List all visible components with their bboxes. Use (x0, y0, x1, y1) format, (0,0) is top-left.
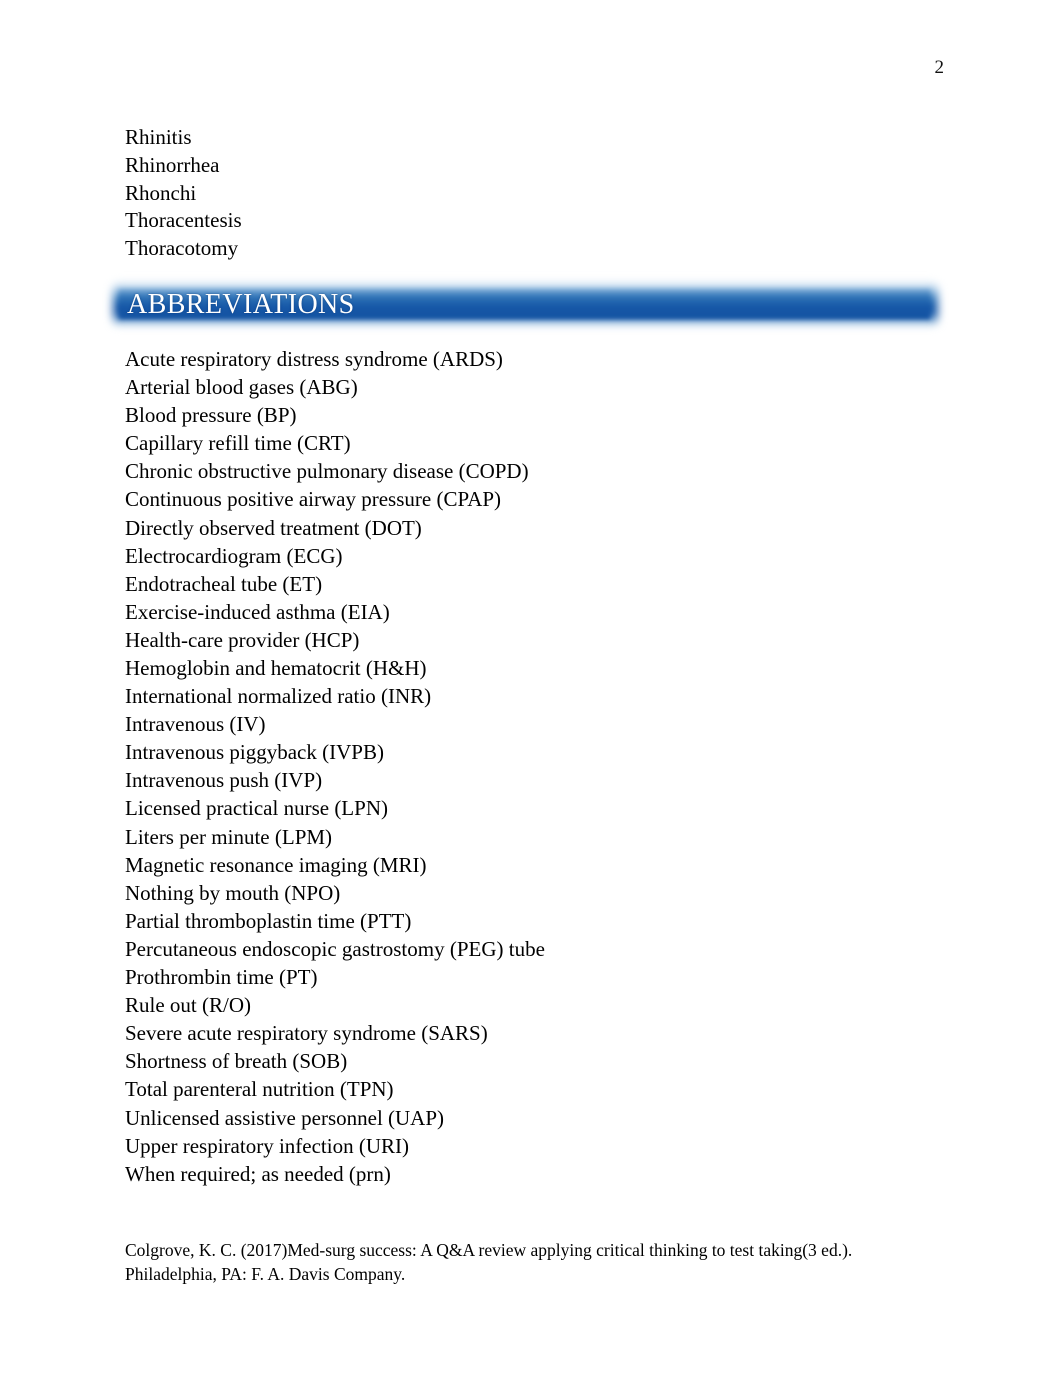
list-item: Acute respiratory distress syndrome (ARD… (125, 346, 503, 371)
list-item: Electrocardiogram (ECG) (125, 543, 343, 568)
list-item: Health-care provider (HCP) (125, 627, 360, 652)
terminology-list: Rhinitis Rhinorrhea Rhonchi Thoracentesi… (125, 124, 955, 263)
list-item: Rhonchi (125, 180, 197, 205)
list-item: Directly observed treatment (DOT) (125, 515, 422, 540)
list-item: Unlicensed assistive personnel (UAP) (125, 1105, 445, 1130)
list-item: Intravenous push (IVP) (125, 768, 323, 793)
list-item: Endotracheal tube (ET) (125, 571, 323, 596)
citation-line-2: Philadelphia, PA: F. A. Davis Company. (125, 1263, 406, 1284)
list-item: Shortness of breath (SOB) (125, 1049, 348, 1074)
list-item: Hemoglobin and hematocrit (H&H) (125, 656, 427, 681)
list-item: Prothrombin time (PT) (125, 965, 318, 990)
list-item: Chronic obstructive pulmonary disease (C… (125, 459, 529, 484)
list-item: Thoracotomy (125, 236, 239, 261)
page-number: 2 (934, 57, 945, 78)
list-item: Exercise-induced asthma (EIA) (125, 599, 390, 624)
list-item: International normalized ratio (INR) (125, 684, 432, 709)
list-item: Rhinorrhea (125, 152, 220, 177)
document-page: 2 Rhinitis Rhinorrhea Rhonchi Thoracente… (0, 0, 1062, 1376)
list-item: Thoracentesis (125, 208, 242, 233)
list-item: Liters per minute (LPM) (125, 824, 333, 849)
citation-block: Colgrove, K. C. (2017)Med-surg success: … (125, 1238, 955, 1286)
list-item: Intravenous (IV) (125, 712, 266, 737)
list-item: Intravenous piggyback (IVPB) (125, 740, 384, 765)
list-item: Percutaneous endoscopic gastrostomy (PEG… (125, 936, 545, 961)
abbreviations-list: Acute respiratory distress syndrome (ARD… (125, 345, 955, 1188)
list-item: Arterial blood gases (ABG) (125, 375, 358, 400)
list-item: When required; as needed (prn) (125, 1161, 391, 1186)
list-item: Rule out (R/O) (125, 993, 251, 1018)
list-item: Severe acute respiratory syndrome (SARS) (125, 1021, 488, 1046)
list-item: Total parenteral nutrition (TPN) (125, 1077, 394, 1102)
page-content: Rhinitis Rhinorrhea Rhonchi Thoracentesi… (113, 124, 955, 1286)
citation-line-1: Colgrove, K. C. (2017)Med-surg success: … (125, 1239, 853, 1260)
section-heading: ABBREVIATIONS (127, 288, 355, 320)
list-item: Rhinitis (125, 125, 192, 149)
list-item: Continuous positive airway pressure (CPA… (125, 487, 502, 512)
abbreviations-section-banner: ABBREVIATIONS (113, 279, 938, 331)
list-item: Magnetic resonance imaging (MRI) (125, 852, 427, 877)
list-item: Nothing by mouth (NPO) (125, 880, 341, 905)
list-item: Partial thromboplastin time (PTT) (125, 908, 412, 933)
list-item: Upper respiratory infection (URI) (125, 1133, 409, 1158)
list-item: Blood pressure (BP) (125, 403, 297, 428)
list-item: Capillary refill time (CRT) (125, 431, 351, 456)
list-item: Licensed practical nurse (LPN) (125, 796, 388, 821)
